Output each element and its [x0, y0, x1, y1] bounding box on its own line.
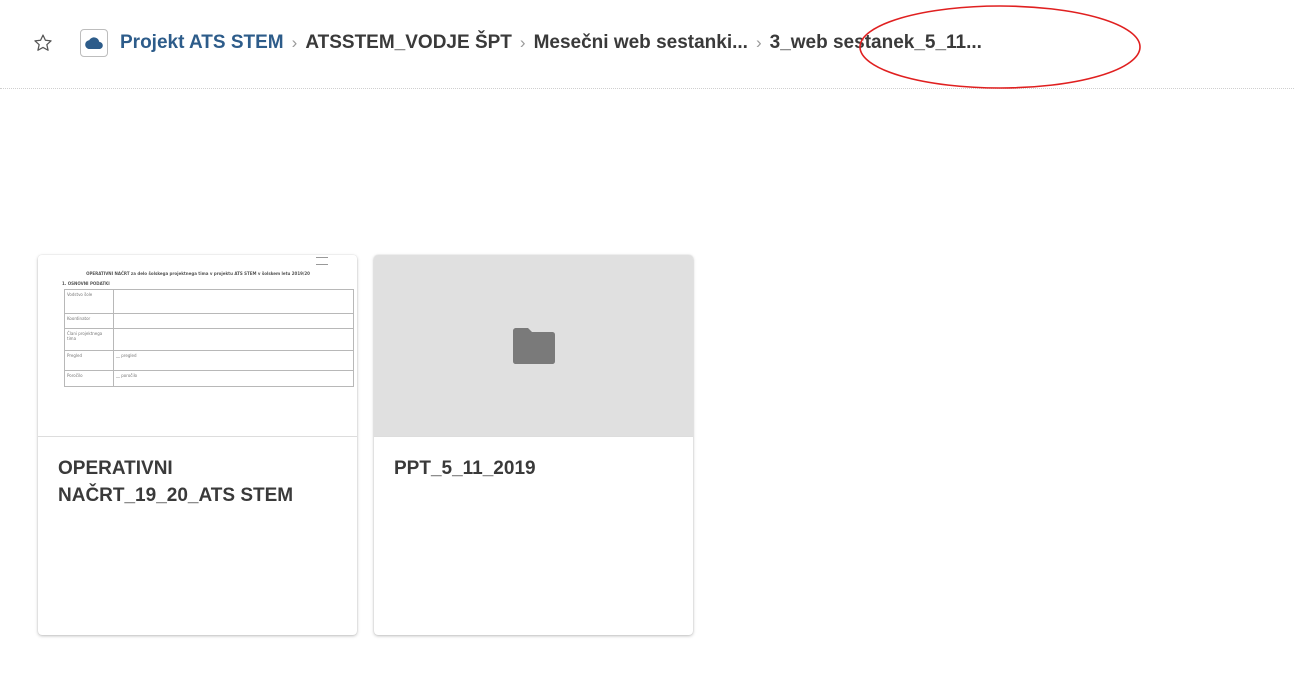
table-row: Člani projektnega tima: [64, 328, 354, 351]
table-cell: __ poročilo: [113, 370, 354, 387]
favorite-star-icon[interactable]: [28, 28, 58, 58]
file-card-document[interactable]: OPERATIVNI NAČRT za delo šolskega projek…: [38, 255, 357, 635]
breadcrumb-item-level-2[interactable]: Mesečni web sestanki...: [534, 32, 748, 54]
document-thumbnail: OPERATIVNI NAČRT za delo šolskega projek…: [38, 255, 357, 437]
table-cell: [113, 328, 354, 351]
file-name: PPT_5_11_2019: [394, 458, 536, 479]
breadcrumb-separator: ›: [519, 33, 526, 52]
document-logo-mark: [316, 257, 328, 265]
breadcrumb-header: Projekt ATS STEM › ATSSTEM_VODJE ŠPT › M…: [0, 0, 1294, 89]
breadcrumb: Projekt ATS STEM › ATSSTEM_VODJE ŠPT › M…: [80, 27, 982, 59]
folder-icon: [512, 327, 555, 364]
table-cell: [113, 289, 354, 314]
table-cell: Koordinator: [64, 313, 114, 329]
breadcrumb-item-level-1[interactable]: ATSSTEM_VODJE ŠPT: [305, 32, 512, 54]
breadcrumb-separator: ›: [755, 33, 762, 52]
breadcrumb-item-root[interactable]: Projekt ATS STEM: [120, 32, 284, 54]
table-cell: Člani projektnega tima: [64, 328, 114, 351]
document-preview: OPERATIVNI NAČRT za delo šolskega projek…: [48, 255, 354, 437]
table-cell: Poročilo: [64, 370, 114, 387]
table-cell: [113, 313, 354, 329]
table-row: Poročilo __ poročilo: [64, 370, 354, 387]
table-cell: Pregled: [64, 350, 114, 371]
cloud-icon[interactable]: [80, 29, 108, 57]
table-row: Koordinator: [64, 313, 354, 329]
table-cell: Vodstvo šole: [64, 289, 114, 314]
breadcrumb-item-current[interactable]: 3_web sestanek_5_11...: [770, 32, 982, 54]
document-preview-heading: OPERATIVNI NAČRT za delo šolskega projek…: [86, 271, 310, 276]
table-cell: __ pregled: [113, 350, 354, 371]
file-name: OPERATIVNI NAČRT_19_20_ATS STEM: [58, 458, 294, 506]
document-preview-section: 1. OSNOVNI PODATKI: [62, 281, 110, 286]
table-row: Vodstvo šole: [64, 289, 354, 314]
file-card-folder[interactable]: PPT_5_11_2019: [374, 255, 693, 635]
document-preview-table: Vodstvo šole Koordinator Člani projektne…: [64, 289, 354, 387]
table-row: Pregled __ pregled: [64, 350, 354, 371]
breadcrumb-separator: ›: [291, 33, 298, 52]
folder-thumbnail: [374, 255, 693, 437]
